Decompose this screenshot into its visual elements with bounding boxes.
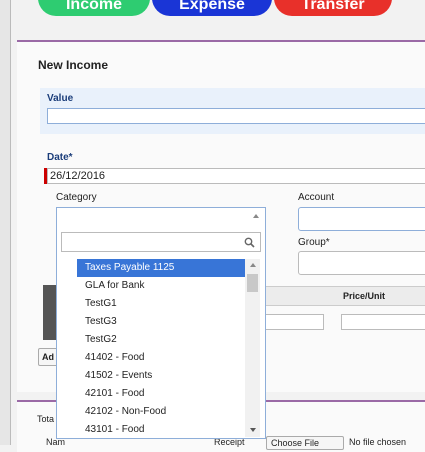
list-item[interactable]: 41402 - Food (77, 349, 245, 367)
list-item[interactable]: TestG3 (77, 313, 245, 331)
choose-file-button[interactable]: Choose File (266, 436, 344, 450)
expense-button[interactable]: Expense (152, 0, 272, 16)
add-item-button[interactable]: Ad (38, 348, 58, 366)
category-list: Taxes Payable 1125 GLA for Bank TestG1 T… (57, 259, 265, 439)
list-item[interactable]: Taxes Payable 1125 (77, 259, 245, 277)
value-input[interactable] (47, 108, 425, 124)
transfer-button[interactable]: Transfer (274, 0, 392, 16)
list-item[interactable]: 42101 - Food (77, 385, 245, 403)
group-select[interactable] (298, 251, 425, 275)
item-image-placeholder (43, 285, 57, 340)
date-input-text: 26/12/2016 (50, 170, 106, 182)
list-item[interactable]: TestG2 (77, 331, 245, 349)
income-button[interactable]: Income (38, 0, 150, 16)
expense-button-label: Expense (179, 0, 245, 13)
list-item[interactable]: GLA for Bank (77, 277, 245, 295)
scroll-down-icon[interactable] (250, 428, 256, 432)
panel-title: New Income (38, 58, 109, 72)
date-label: Date* (47, 152, 73, 163)
list-item[interactable]: 43101 - Food (77, 421, 245, 439)
price-unit-header: Price/Unit (343, 291, 386, 301)
category-search-input[interactable] (61, 232, 261, 252)
list-item[interactable]: 41502 - Events (77, 367, 245, 385)
account-select[interactable] (298, 207, 425, 231)
choose-file-label: Choose File (271, 438, 320, 448)
income-button-label: Income (65, 0, 122, 13)
account-label: Account (298, 192, 335, 203)
add-item-button-label: Ad (42, 352, 54, 362)
left-sidebar-edge (0, 0, 11, 445)
chevron-up-icon[interactable] (253, 214, 259, 218)
list-item[interactable]: TestG1 (77, 295, 245, 313)
category-dropdown[interactable]: Taxes Payable 1125 GLA for Bank TestG1 T… (56, 207, 266, 439)
no-file-text: No file chosen (349, 437, 407, 447)
total-label: Tota (37, 414, 55, 424)
date-input[interactable]: 26/12/2016 (47, 168, 425, 184)
search-icon (244, 237, 255, 248)
transfer-button-label: Transfer (301, 0, 365, 13)
price-unit-input[interactable] (341, 314, 425, 330)
group-label: Group* (298, 237, 330, 248)
list-item[interactable]: 42102 - Non-Food (77, 403, 245, 421)
category-label: Category (56, 192, 97, 203)
scrollbar-thumb[interactable] (247, 274, 258, 292)
value-label: Value (47, 93, 74, 104)
scroll-up-icon[interactable] (250, 263, 256, 267)
quantity-input[interactable] (264, 314, 324, 330)
